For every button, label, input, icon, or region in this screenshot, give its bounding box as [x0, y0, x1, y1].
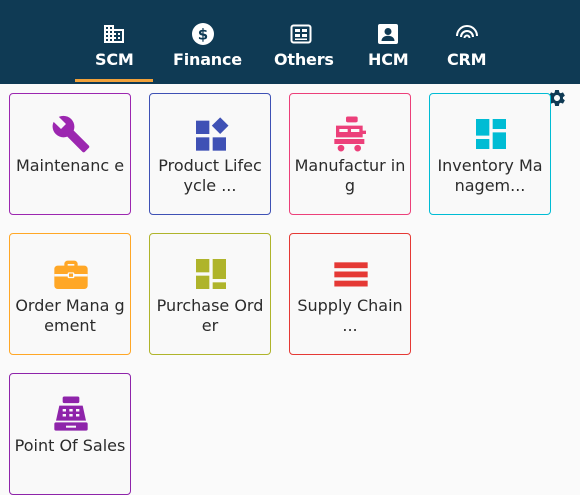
- signal-icon: [456, 25, 478, 39]
- cash-register-icon: [54, 396, 88, 431]
- tab-crm[interactable]: CRM: [440, 0, 494, 84]
- active-tab-indicator: [75, 79, 153, 82]
- svg-text:$: $: [198, 26, 208, 44]
- app-card-label: Manufactur ing: [294, 156, 406, 195]
- production-icon: [334, 116, 366, 152]
- app-card-point-of-sales[interactable]: Point Of Sales: [9, 373, 131, 495]
- tab-label: Others: [274, 50, 334, 69]
- app-card-label: Purchase Order: [156, 296, 264, 335]
- app-card-product-lifecycle[interactable]: Product Lifecycle ...: [149, 93, 271, 215]
- app-card-label: Order Mana gement: [15, 296, 125, 335]
- building-icon: [104, 25, 124, 43]
- dashboard-icon: [476, 119, 506, 149]
- briefcase-icon: [54, 260, 88, 289]
- tab-label: Finance: [173, 50, 242, 69]
- tab-label: SCM: [95, 50, 134, 69]
- dollar-icon: $: [192, 23, 214, 45]
- grid-icon: [196, 259, 226, 289]
- app-card-maintenance[interactable]: Maintenanc e: [9, 93, 131, 215]
- app-card-label: Maintenanc e: [15, 156, 125, 175]
- stack-icon: [334, 262, 368, 287]
- tab-label: HCM: [368, 50, 409, 69]
- shapes-icon: [196, 117, 229, 151]
- app-card-inventory-management[interactable]: Inventory Managem...: [429, 93, 551, 215]
- app-card-manufacturing[interactable]: Manufactur ing: [289, 93, 411, 215]
- person-badge-icon: [378, 24, 398, 44]
- wrench-icon: [52, 115, 90, 153]
- app-card-label: Supply Chain ...: [297, 296, 403, 335]
- app-card-label: Inventory Managem...: [437, 156, 543, 195]
- app-card-label: Product Lifecycle ...: [158, 156, 262, 195]
- module-tab-bar: SCM $ Finance Others HCM CRM: [0, 0, 580, 84]
- tab-hcm[interactable]: HCM: [360, 0, 416, 84]
- tab-finance[interactable]: $ Finance: [166, 0, 242, 84]
- app-card-purchase-order[interactable]: Purchase Order: [149, 233, 271, 355]
- ledger-icon: [290, 24, 312, 44]
- app-card-order-management[interactable]: Order Mana gement: [9, 233, 131, 355]
- app-card-supply-chain[interactable]: Supply Chain ...: [289, 233, 411, 355]
- tab-others[interactable]: Others: [266, 0, 336, 84]
- tab-scm[interactable]: SCM: [75, 0, 153, 84]
- tab-label: CRM: [447, 50, 487, 69]
- app-card-label: Point Of Sales: [14, 436, 126, 455]
